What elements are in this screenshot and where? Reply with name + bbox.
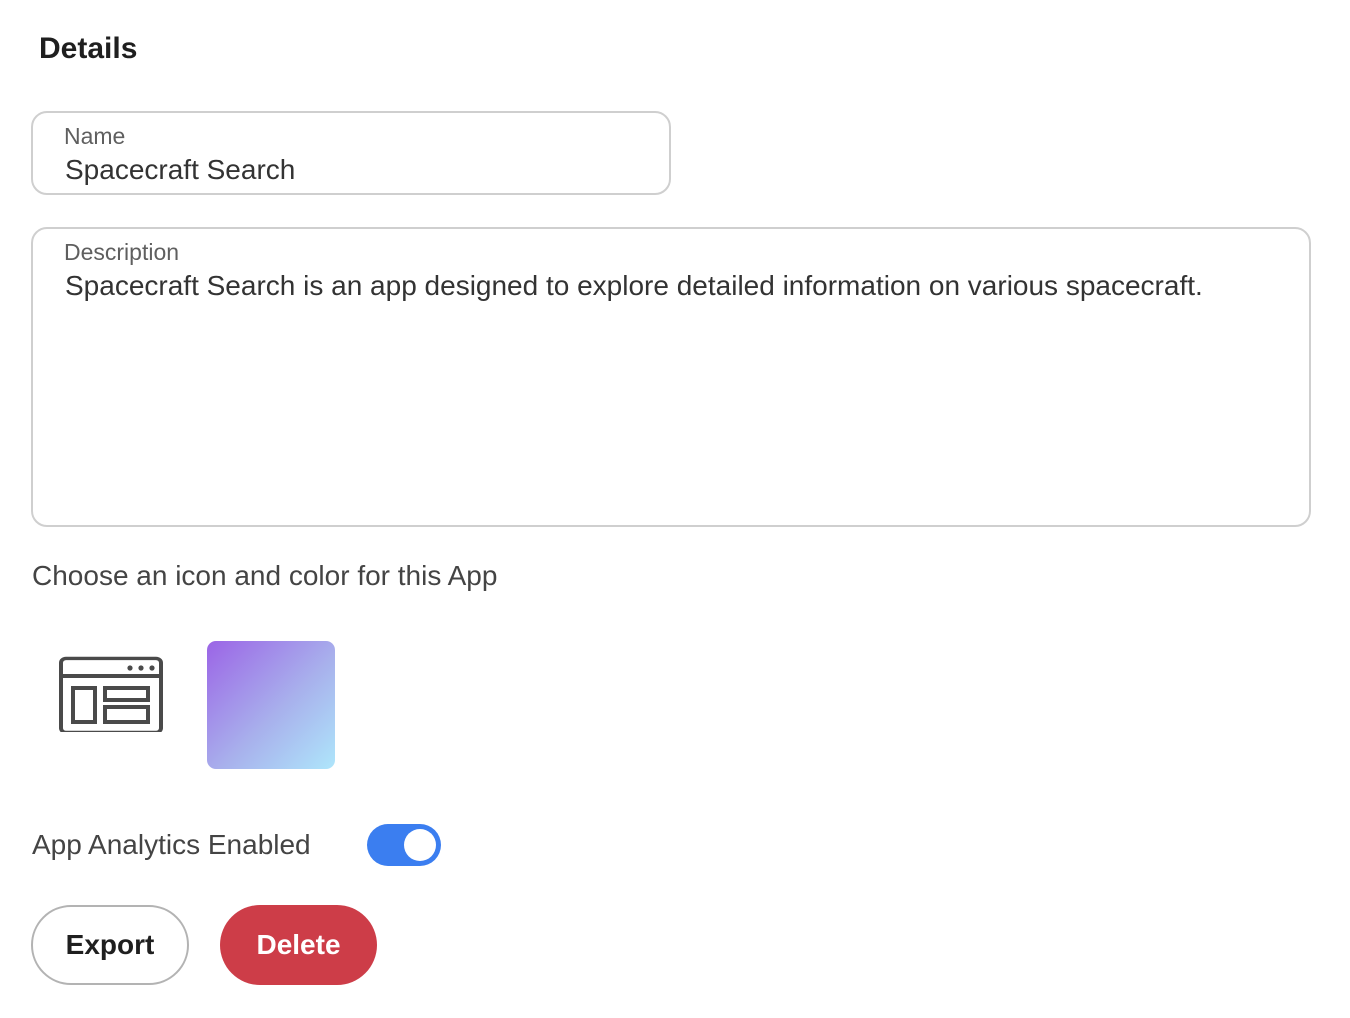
description-input[interactable]: Spacecraft Search is an app designed to … — [65, 269, 1279, 489]
app-layout-icon — [59, 656, 163, 735]
delete-button[interactable]: Delete — [220, 905, 377, 985]
app-icon-picker[interactable] — [50, 650, 172, 735]
app-color-swatch[interactable] — [207, 641, 335, 769]
page-title: Details — [39, 32, 138, 65]
analytics-label: App Analytics Enabled — [32, 829, 311, 860]
name-input[interactable] — [65, 153, 639, 187]
name-field[interactable]: Name — [31, 111, 671, 195]
description-field[interactable]: Description Spacecraft Search is an app … — [31, 227, 1311, 527]
description-field-label: Description — [64, 239, 180, 265]
name-field-label: Name — [64, 123, 126, 149]
icon-color-prompt: Choose an icon and color for this App — [32, 560, 498, 591]
analytics-toggle[interactable] — [367, 824, 441, 866]
toggle-knob — [404, 829, 436, 861]
export-button[interactable]: Export — [31, 905, 189, 985]
